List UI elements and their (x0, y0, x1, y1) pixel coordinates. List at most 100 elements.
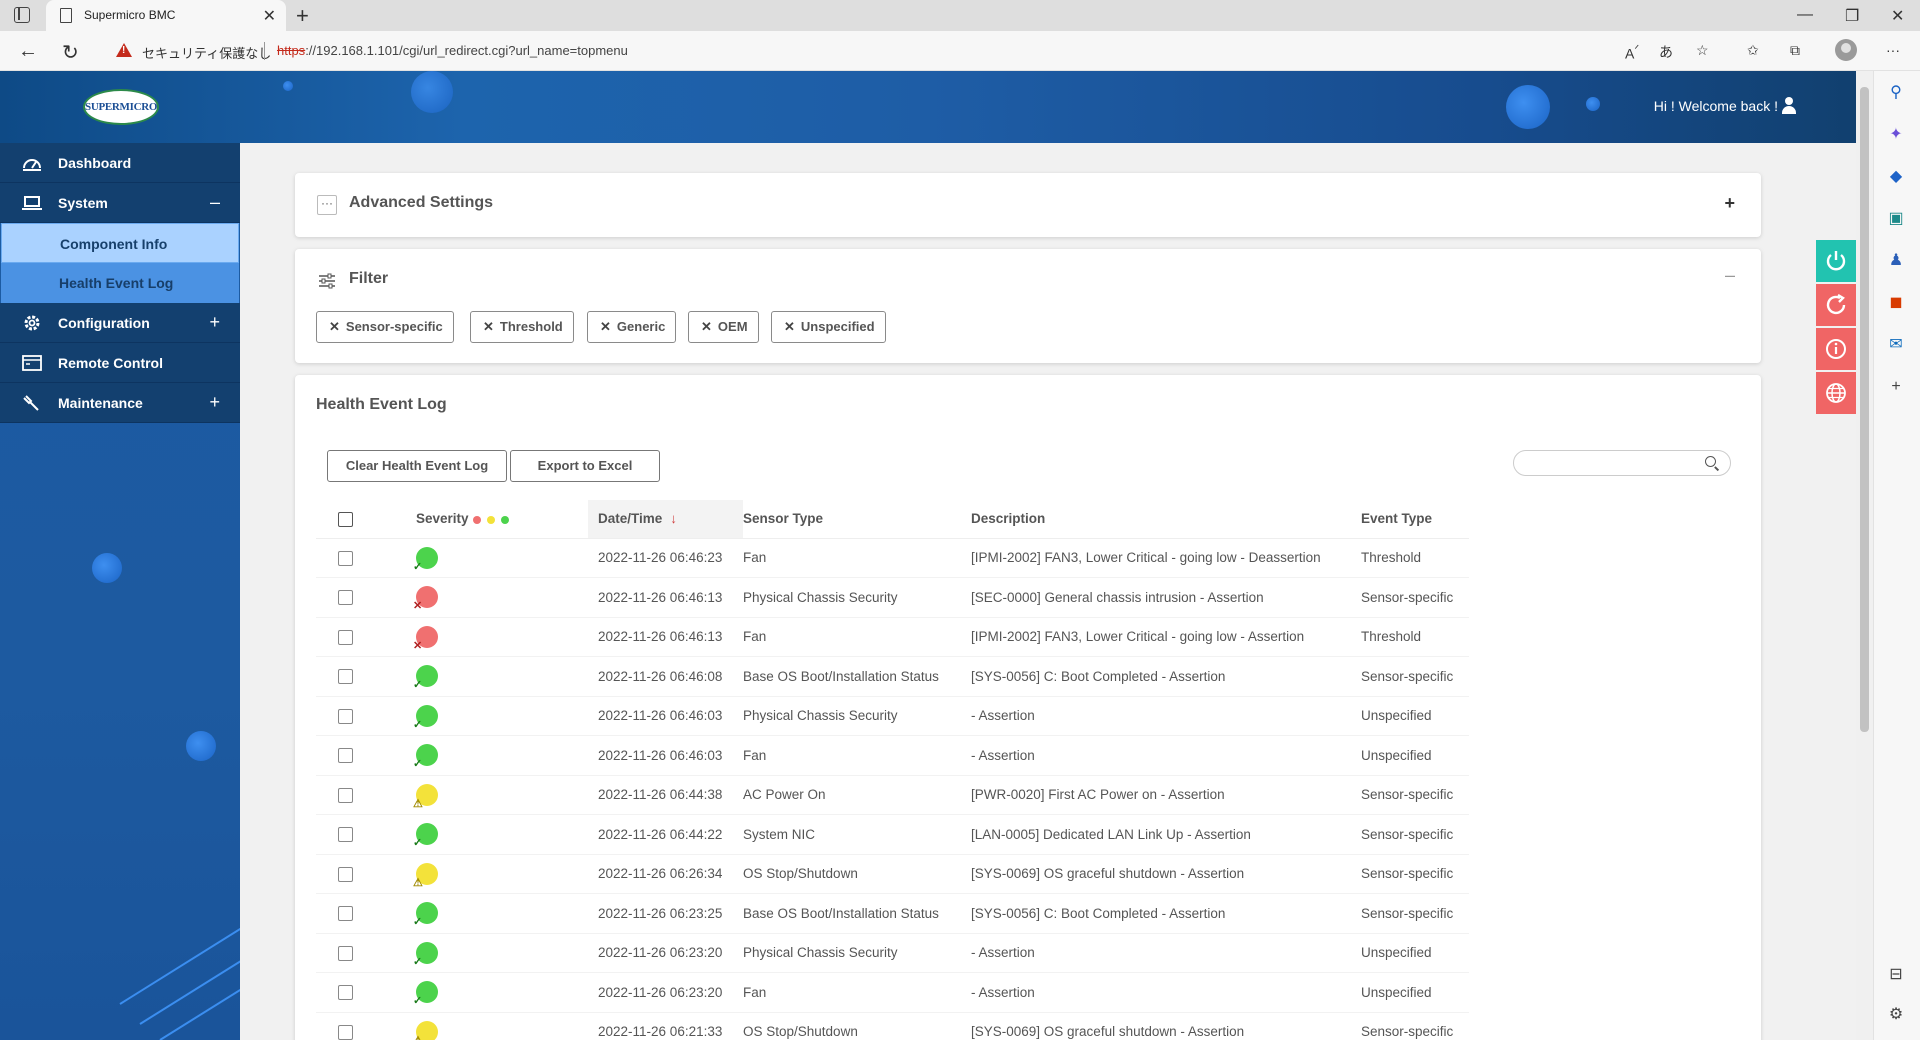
copilot-icon[interactable]: ✦ (1886, 125, 1906, 145)
datetime-cell: 2022-11-26 06:46:13 (588, 577, 743, 618)
new-tab-icon[interactable]: + (296, 3, 309, 29)
sidebar-item-configuration[interactable]: Configuration + (0, 303, 240, 343)
expand-icon[interactable]: + (1724, 193, 1735, 214)
table-row[interactable]: ✓ 2022-11-26 06:23:25 Base OS Boot/Install… (316, 893, 1469, 934)
row-checkbox[interactable] (338, 945, 353, 961)
favorites-icon[interactable]: ✩ (1747, 42, 1759, 59)
row-checkbox[interactable] (338, 590, 353, 606)
power-button[interactable] (1816, 240, 1856, 282)
sidebar-subitem-health-event-log[interactable]: Health Event Log (1, 263, 239, 303)
export-excel-button[interactable]: Export to Excel (510, 450, 660, 482)
description-cell: [PWR-0020] First AC Power on - Assertion (971, 775, 1361, 815)
close-window-icon[interactable]: ✕ (1891, 6, 1904, 26)
url-field[interactable]: https://192.168.1.101/cgi/url_redirect.c… (277, 43, 628, 58)
collapse-icon[interactable]: – (1725, 265, 1735, 286)
row-checkbox[interactable] (338, 708, 353, 724)
add-icon[interactable]: + (1886, 377, 1906, 397)
sidebar-item-dashboard[interactable]: Dashboard (0, 143, 240, 183)
table-row[interactable]: ✓ 2022-11-26 06:46:08 Base OS Boot/Install… (316, 656, 1469, 697)
severity-cell: ✓ (413, 972, 588, 1013)
row-checkbox[interactable] (338, 550, 353, 566)
sidebar-subitem-component-info[interactable]: Component Info (1, 223, 239, 263)
shopping-icon[interactable]: ◆ (1886, 167, 1906, 187)
refresh-icon[interactable]: ↻ (62, 40, 79, 65)
row-checkbox[interactable] (338, 906, 353, 922)
tab-actions-icon[interactable] (14, 7, 30, 23)
collections-icon[interactable]: ⧉ (1790, 42, 1800, 59)
table-row[interactable]: ⚠ 2022-11-26 06:21:33OS Stop/Shutdown[SYS… (316, 1012, 1469, 1040)
back-icon[interactable]: ← (18, 40, 38, 63)
filter-chip-sensor-specific[interactable]: ✕ Sensor-specific (316, 311, 454, 343)
read-aloud-icon[interactable]: Aᐟ (1625, 42, 1639, 62)
info-button[interactable] (1816, 328, 1856, 370)
event-type-cell: Sensor-specific (1361, 854, 1469, 894)
column-event-type[interactable]: Event Type (1361, 500, 1469, 539)
filter-chip-generic[interactable]: ✕ Generic (587, 311, 677, 343)
column-datetime[interactable]: Date/Time ↓ (588, 500, 743, 539)
sidebar-item-maintenance[interactable]: Maintenance + (0, 383, 240, 423)
table-row[interactable]: ✓ 2022-11-26 06:46:23 Fan [IPMI-2002] FAN3,… (316, 538, 1469, 578)
row-checkbox[interactable] (338, 827, 353, 843)
table-row[interactable]: ✓ 2022-11-26 06:46:03 Physical Chassis Sec… (316, 696, 1469, 736)
description-cell: [IPMI-2002] FAN3, Lower Critical - going… (971, 538, 1361, 578)
remove-icon: ✕ (483, 319, 494, 334)
sidebar-item-remote-control[interactable]: Remote Control (0, 343, 240, 383)
restore-icon[interactable]: ❐ (1845, 6, 1859, 26)
table-row[interactable]: ✓ 2022-11-26 06:44:22 System NIC [LAN-0005]… (316, 814, 1469, 855)
row-checkbox[interactable] (338, 1024, 353, 1040)
table-row[interactable]: ⚠ 2022-11-26 06:26:34 OS Stop/Shutdown [SYS… (316, 854, 1469, 894)
row-checkbox[interactable] (338, 629, 353, 645)
column-description[interactable]: Description (971, 500, 1361, 539)
table-row[interactable]: ⚠ 2022-11-26 06:44:38 AC Power On [PWR-0020… (316, 775, 1469, 815)
tools-icon[interactable]: ▣ (1886, 209, 1906, 229)
search-input[interactable] (1513, 450, 1731, 476)
column-sensor-type[interactable]: Sensor Type (743, 500, 971, 539)
row-checkbox[interactable] (338, 866, 353, 882)
table-row[interactable]: ✕ 2022-11-26 06:46:13 Fan [IPMI-2002] FAN3,… (316, 617, 1469, 657)
table-row[interactable]: ✓ 2022-11-26 06:23:20 Physical Chassis Sec… (316, 933, 1469, 973)
security-status[interactable]: セキュリティ保護なし (142, 43, 271, 62)
column-severity[interactable]: Severity (416, 500, 588, 539)
row-checkbox[interactable] (338, 669, 353, 685)
minimize-icon[interactable]: — (1797, 6, 1813, 24)
supermicro-logo[interactable]: SUPERMICRO (83, 89, 159, 125)
filter-chip-threshold[interactable]: ✕ Threshold (470, 311, 574, 343)
severity-cell: ⚠ (413, 1012, 588, 1040)
sidebar-item-system[interactable]: System – (0, 183, 240, 223)
remove-icon: ✕ (784, 319, 795, 334)
profile-avatar[interactable] (1835, 39, 1857, 61)
user-icon[interactable] (1782, 97, 1796, 115)
filter-chip-oem[interactable]: ✕ OEM (688, 311, 759, 343)
advanced-settings-card[interactable]: ··· Advanced Settings + (295, 173, 1761, 237)
favorite-add-icon[interactable]: ☆ (1696, 42, 1709, 59)
table-row[interactable]: ✓ 2022-11-26 06:46:03 Fan - Assertion Unspec… (316, 735, 1469, 776)
decor-bubble (411, 71, 453, 113)
select-all-checkbox[interactable] (338, 511, 353, 527)
table-row[interactable]: ✕ 2022-11-26 06:46:13 Physical Chassis Sec… (316, 577, 1469, 618)
tab-close-icon[interactable]: ✕ (263, 6, 276, 26)
translate-icon[interactable]: あ (1659, 42, 1673, 62)
row-checkbox[interactable] (338, 985, 353, 1001)
filter-chip-unspecified[interactable]: ✕ Unspecified (771, 311, 886, 343)
scrollbar-thumb[interactable] (1860, 87, 1869, 732)
sensor-type-cell: Base OS Boot/Installation Status (743, 656, 971, 697)
table-row[interactable]: ✓ 2022-11-26 06:23:20 Fan - Assertion Unspec… (316, 972, 1469, 1013)
sidebar-toggle-icon[interactable]: ⊟ (1886, 965, 1906, 985)
globe-icon (1826, 383, 1846, 403)
office-icon[interactable]: ◼ (1886, 293, 1906, 313)
warning-icon[interactable] (116, 43, 132, 57)
search-icon[interactable] (1705, 456, 1716, 467)
search-icon[interactable]: ⚲ (1886, 83, 1906, 103)
games-icon[interactable]: ♟ (1886, 251, 1906, 271)
settings-icon[interactable]: ⚙ (1886, 1005, 1906, 1025)
language-button[interactable] (1816, 372, 1856, 414)
outlook-icon[interactable]: ✉ (1886, 335, 1906, 355)
reset-button[interactable] (1816, 284, 1856, 326)
row-checkbox[interactable] (338, 748, 353, 764)
power-icon (1826, 251, 1846, 271)
browser-tab[interactable]: Supermicro BMC ✕ (46, 0, 286, 31)
more-menu-icon[interactable]: ··· (1886, 42, 1900, 58)
row-checkbox[interactable] (338, 787, 353, 803)
clear-log-button[interactable]: Clear Health Event Log (327, 450, 507, 482)
sensor-type-cell: AC Power On (743, 775, 971, 815)
